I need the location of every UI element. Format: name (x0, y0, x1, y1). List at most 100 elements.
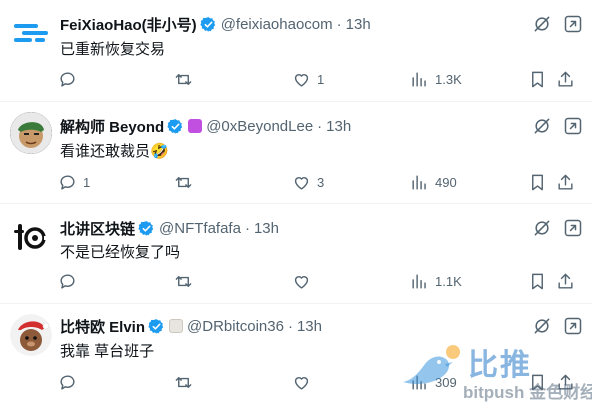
reply-icon (60, 273, 75, 289)
reply-button[interactable] (58, 69, 83, 89)
view-count: 309 (435, 374, 457, 390)
tweet-text: 看谁还敢裁员🤣 (60, 143, 169, 160)
tweet-header: 解构师 Beyond @0xBeyondLee · 13h (60, 116, 351, 136)
tweet-text: 不是已经恢复了吗 (60, 244, 181, 261)
separator-dot: · (317, 117, 323, 135)
like-button[interactable]: 3 (292, 172, 324, 192)
like-icon (294, 176, 309, 190)
views-icon (412, 374, 426, 390)
grok-icon[interactable] (532, 218, 552, 238)
retweet-icon (175, 176, 192, 188)
views-icon (412, 174, 426, 190)
avatar-feixiaohao[interactable] (10, 12, 52, 54)
share-icon (558, 71, 573, 87)
views-button[interactable]: 1.3K (410, 69, 462, 89)
author-handle[interactable]: @NFTfafafa (159, 220, 241, 237)
reply-icon (60, 374, 75, 390)
like-button[interactable] (292, 372, 317, 392)
bookmark-icon (532, 71, 543, 87)
tweet-4[interactable]: 比特欧 Elvin @DRbitcoin36 · 13h 我靠 草台班子 309 (0, 304, 592, 411)
tweet-header: FeiXiaoHao(非小号) @feixiaohaocom · 13h (60, 14, 371, 34)
like-icon (294, 376, 309, 390)
share-icon (558, 273, 573, 289)
views-button[interactable]: 490 (410, 172, 457, 192)
author-handle[interactable]: @feixiaohaocom (221, 16, 333, 33)
view-count: 490 (435, 174, 457, 190)
more-icon[interactable] (562, 218, 584, 238)
reply-button[interactable]: 1 (58, 172, 90, 192)
share-button[interactable] (556, 172, 575, 192)
view-count: 1.3K (435, 71, 462, 87)
verified-badge-icon (167, 118, 183, 134)
retweet-icon (175, 376, 192, 388)
retweet-icon (175, 275, 192, 287)
bookmark-icon (532, 374, 543, 390)
bookmark-button[interactable] (528, 69, 547, 89)
share-button[interactable] (556, 372, 575, 392)
affiliate-badge-icon[interactable] (188, 119, 203, 133)
share-icon (558, 374, 573, 390)
views-icon (412, 273, 426, 289)
author-handle[interactable]: @DRbitcoin36 (187, 318, 284, 335)
share-button[interactable] (556, 69, 575, 89)
tweet-header: 北讲区块链 @NFTfafafa · 13h (60, 218, 279, 238)
affiliate-badge-icon[interactable] (169, 319, 184, 333)
author-handle[interactable]: @0xBeyondLee (206, 118, 313, 135)
grok-icon[interactable] (532, 116, 552, 136)
tweet-actions: 309 (58, 372, 576, 392)
tweet-2[interactable]: 解构师 Beyond @0xBeyondLee · 13h 看谁还敢裁员🤣 1 … (0, 102, 592, 204)
more-icon[interactable] (562, 316, 584, 336)
grok-icon[interactable] (532, 316, 552, 336)
grok-icon[interactable] (532, 14, 552, 34)
bookmark-button[interactable] (528, 172, 547, 192)
separator-dot: · (336, 15, 342, 33)
tweet-3[interactable]: 北讲区块链 @NFTfafafa · 13h 不是已经恢复了吗 1.1K (0, 204, 592, 304)
avatar-beyond[interactable] (10, 112, 52, 154)
timestamp[interactable]: 13h (254, 220, 279, 237)
avatar-elvin[interactable] (10, 314, 52, 356)
retweet-button[interactable] (174, 172, 199, 192)
like-count: 1 (317, 71, 325, 87)
author-name[interactable]: 解构师 Beyond (60, 116, 164, 137)
tweet-actions: 1 1.3K (58, 69, 576, 89)
verified-badge-icon (138, 220, 154, 236)
tweet-header: 比特欧 Elvin @DRbitcoin36 · 13h (60, 316, 322, 336)
tweet-1[interactable]: FeiXiaoHao(非小号) @feixiaohaocom · 13h 已重新… (0, 0, 592, 102)
share-button[interactable] (556, 271, 575, 291)
timestamp[interactable]: 13h (346, 16, 371, 33)
reply-icon (60, 174, 75, 190)
retweet-icon (175, 73, 192, 85)
separator-dot: · (287, 317, 293, 335)
like-button[interactable] (292, 271, 317, 291)
timestamp[interactable]: 13h (297, 318, 322, 335)
views-button[interactable]: 309 (410, 372, 457, 392)
views-icon (412, 71, 426, 87)
like-count: 3 (317, 174, 325, 190)
more-icon[interactable] (562, 116, 584, 136)
more-icon[interactable] (562, 14, 584, 34)
bookmark-button[interactable] (528, 271, 547, 291)
reply-icon (60, 71, 75, 87)
bookmark-button[interactable] (528, 372, 547, 392)
like-icon (294, 275, 309, 289)
avatar-beijiang[interactable] (10, 216, 52, 258)
verified-badge-icon (148, 318, 164, 334)
separator-dot: · (244, 219, 250, 237)
retweet-button[interactable] (174, 69, 199, 89)
bookmark-icon (532, 273, 543, 289)
like-icon (294, 73, 309, 87)
author-name[interactable]: 比特欧 Elvin (60, 316, 145, 337)
author-name[interactable]: FeiXiaoHao(非小号) (60, 14, 197, 35)
timestamp[interactable]: 13h (326, 118, 351, 135)
tweet-actions: 1 3 490 (58, 172, 576, 192)
retweet-button[interactable] (174, 372, 199, 392)
retweet-button[interactable] (174, 271, 199, 291)
tweet-feed: FeiXiaoHao(非小号) @feixiaohaocom · 13h 已重新… (0, 0, 592, 411)
tweet-actions: 1.1K (58, 271, 576, 291)
author-name[interactable]: 北讲区块链 (60, 218, 135, 239)
views-button[interactable]: 1.1K (410, 271, 462, 291)
share-icon (558, 174, 573, 190)
reply-button[interactable] (58, 271, 83, 291)
reply-button[interactable] (58, 372, 83, 392)
like-button[interactable]: 1 (292, 69, 324, 89)
